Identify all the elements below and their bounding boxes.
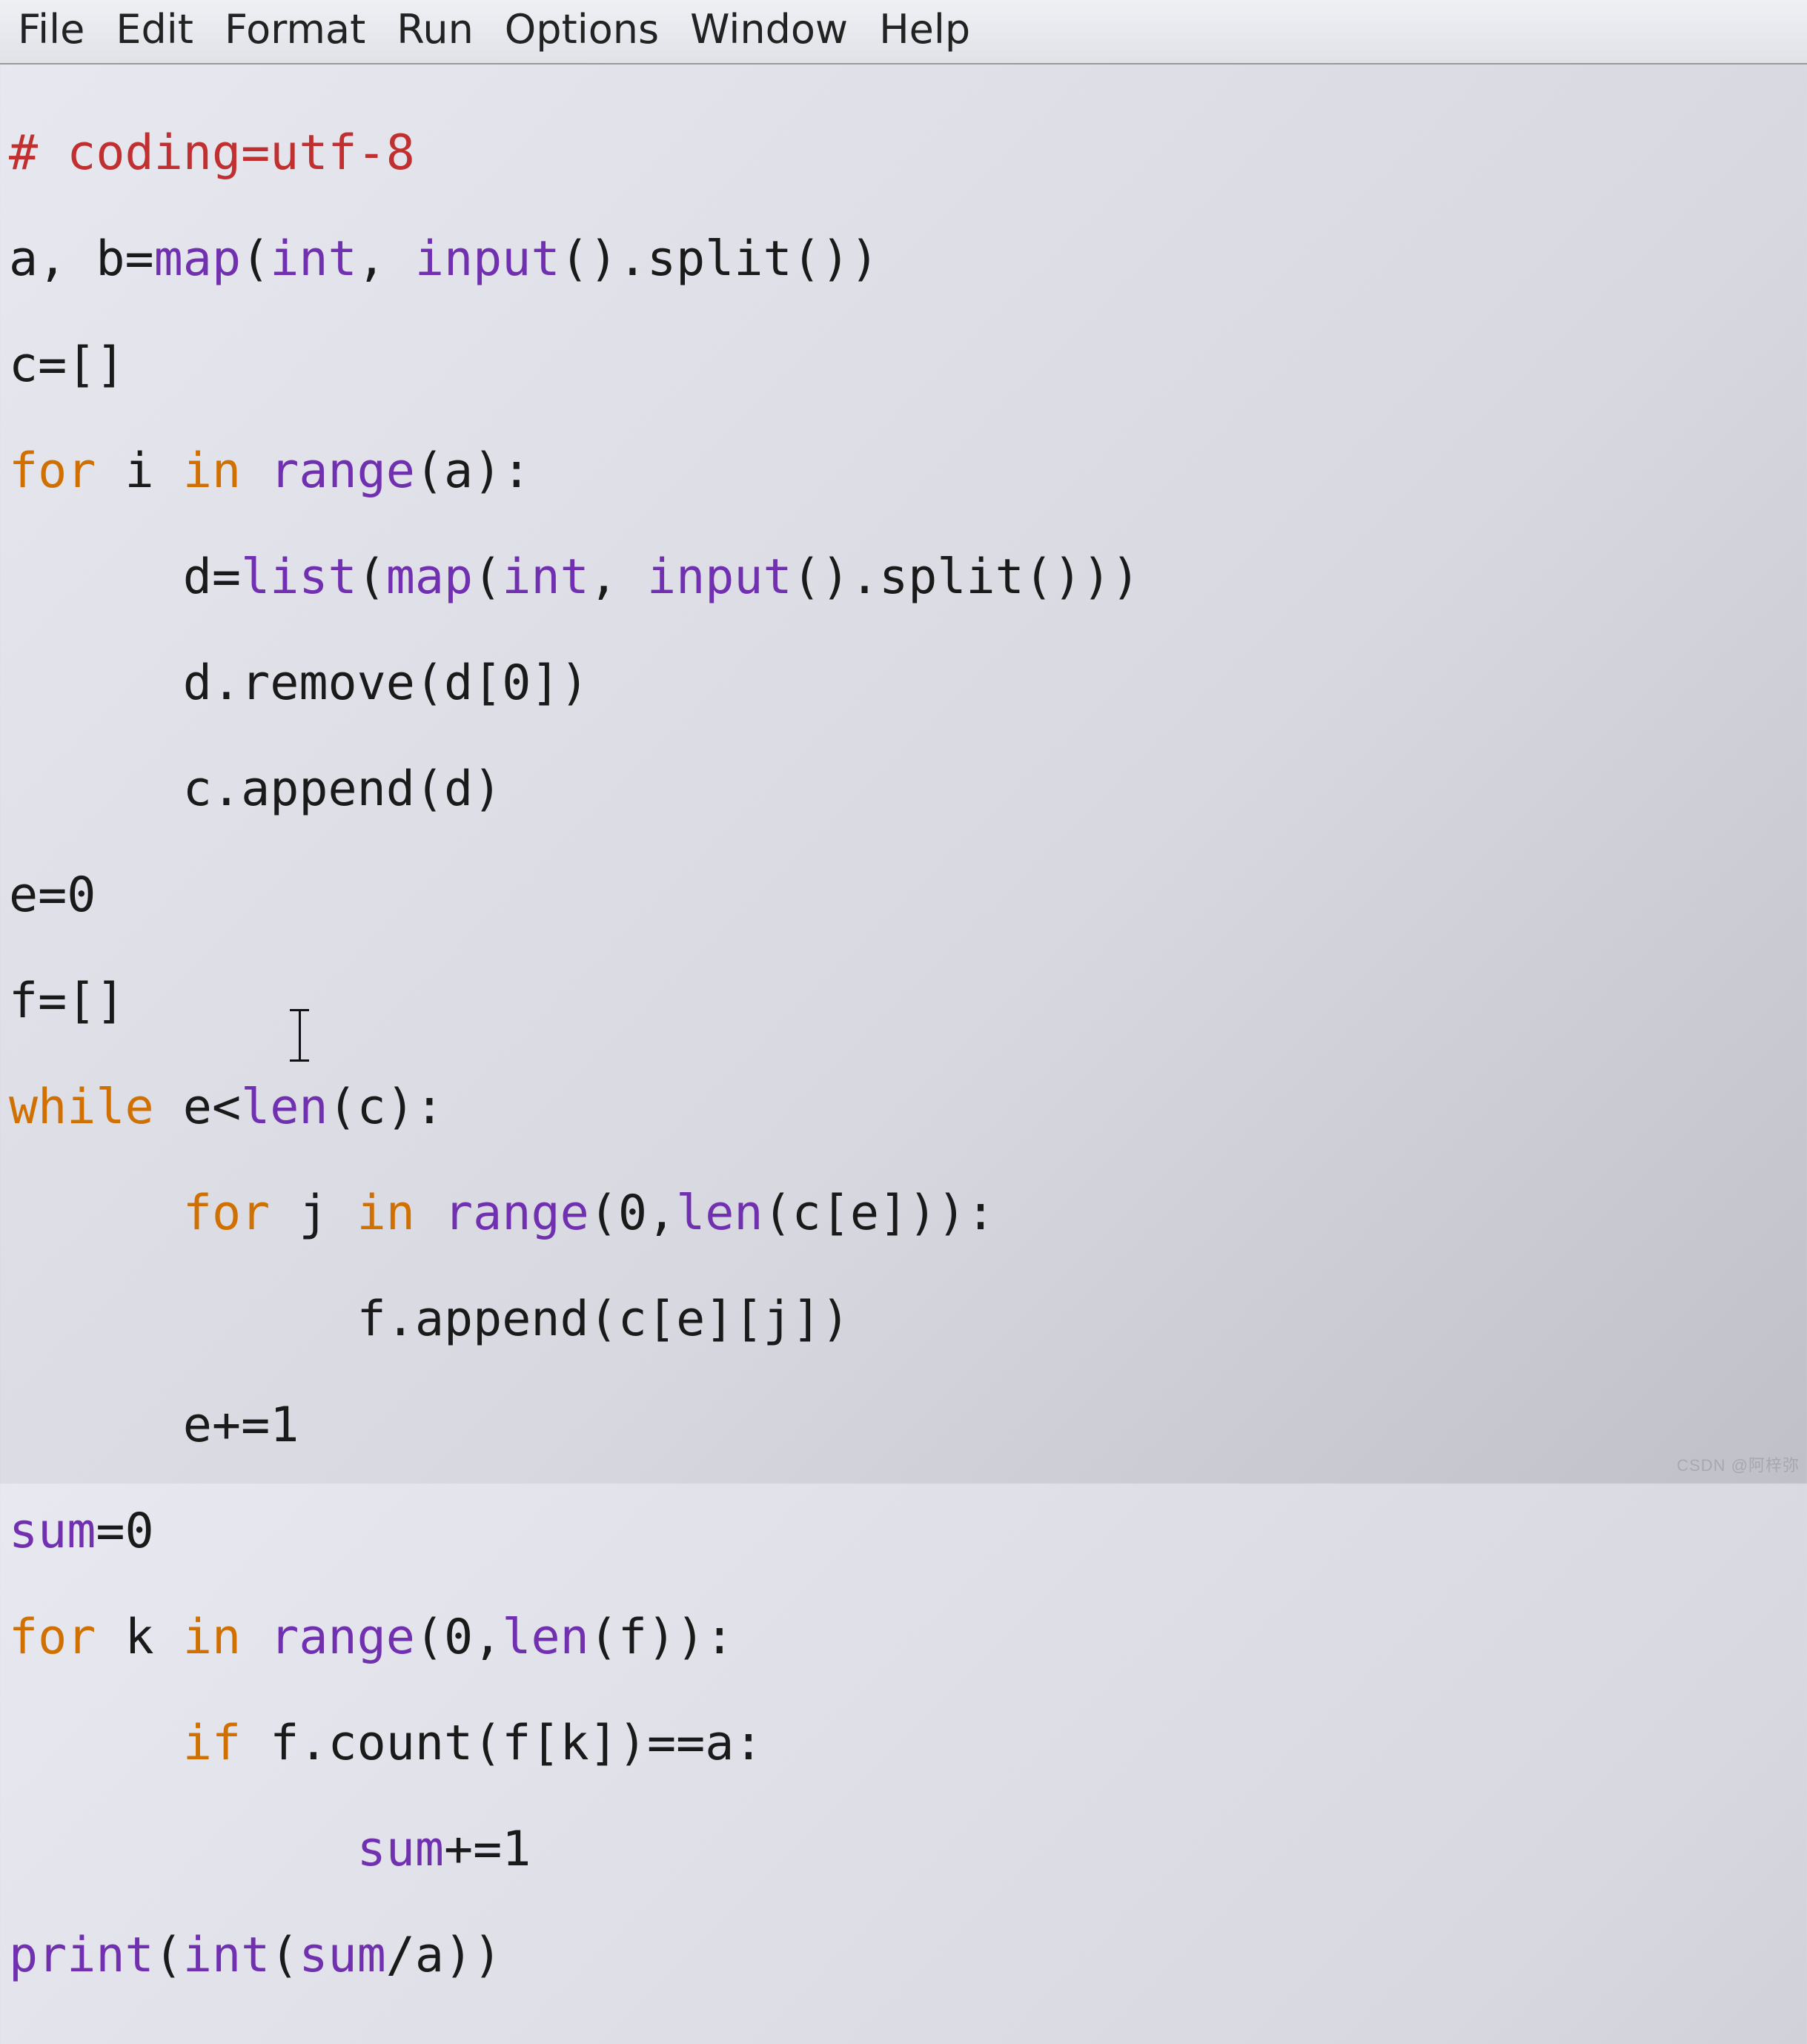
- code-line: c=[]: [9, 339, 1798, 392]
- menu-run[interactable]: Run: [397, 6, 474, 53]
- menu-options[interactable]: Options: [505, 6, 659, 53]
- code-line: for i in range(a):: [9, 445, 1798, 498]
- code-line: d.remove(d[0]): [9, 657, 1798, 710]
- watermark: CSDN @阿梓弥: [1677, 1452, 1800, 1476]
- menu-file[interactable]: File: [18, 6, 84, 53]
- code-line: a, b=map(int, input().split()): [9, 233, 1798, 286]
- menu-help[interactable]: Help: [879, 6, 970, 53]
- code-editor[interactable]: # coding=utf-8 a, b=map(int, input().spl…: [0, 65, 1807, 2044]
- code-line: print(int(sum/a)): [9, 1929, 1798, 1982]
- code-line: if f.count(f[k])==a:: [9, 1717, 1798, 1770]
- code-line: f.append(c[e][j]): [9, 1293, 1798, 1346]
- code-line: e+=1: [9, 1399, 1798, 1452]
- menu-format[interactable]: Format: [225, 6, 365, 53]
- code-line: while e<len(c):: [9, 1081, 1798, 1134]
- code-line: for k in range(0,len(f)):: [9, 1611, 1798, 1664]
- code-line: sum+=1: [9, 1823, 1798, 1876]
- menu-window[interactable]: Window: [690, 6, 848, 53]
- menubar: File Edit Format Run Options Window Help: [0, 0, 1807, 65]
- menu-edit[interactable]: Edit: [116, 6, 193, 53]
- code-line: f=[]: [9, 975, 1798, 1028]
- code-line: e=0: [9, 869, 1798, 922]
- code-line: for j in range(0,len(c[e])):: [9, 1187, 1798, 1240]
- code-line: c.append(d): [9, 763, 1798, 816]
- code-line: # coding=utf-8: [9, 127, 1798, 180]
- code-line: d=list(map(int, input().split())): [9, 551, 1798, 604]
- code-line: sum=0: [9, 1505, 1798, 1558]
